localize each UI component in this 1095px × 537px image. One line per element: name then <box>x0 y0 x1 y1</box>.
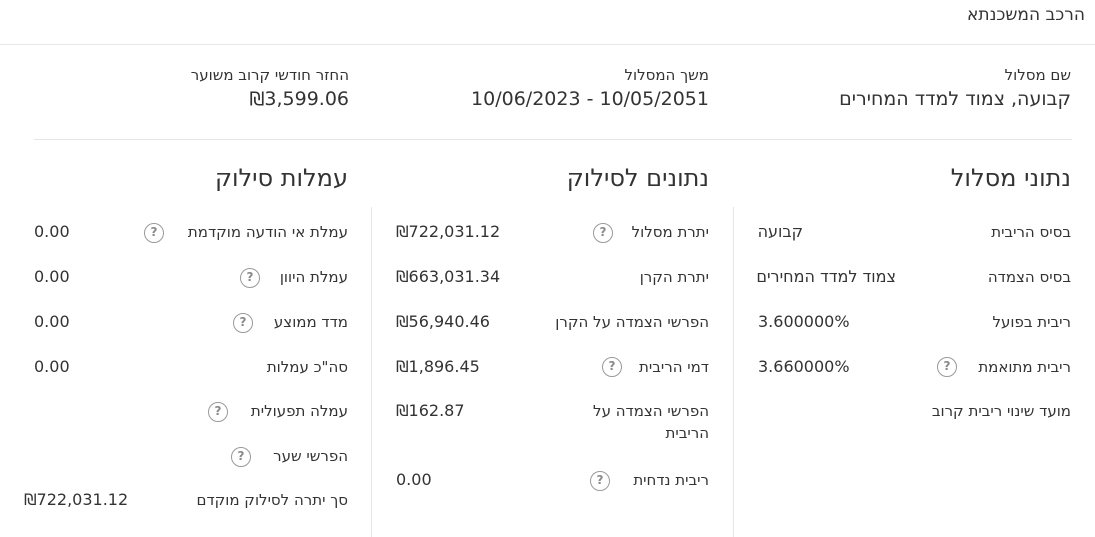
principal-linkage-label: הפרשי הצמדה על הקרן <box>555 313 709 331</box>
total-fees-label: סה"כ עמלות <box>266 358 348 376</box>
principal-balance-value: ₪663,031.34 <box>396 267 501 286</box>
column-divider <box>371 207 372 537</box>
adjusted-rate-label: ריבית מתואמת <box>978 358 1071 376</box>
monthly-payment-summary: החזר חודשי קרוב משוער ₪3,599.06 <box>191 65 349 112</box>
no-notice-fee-value: 0.00 <box>34 222 70 241</box>
help-question-icon[interactable]: ? <box>233 313 253 333</box>
principal-linkage-value: ₪56,940.46 <box>396 312 490 331</box>
track-name-summary: שם מסלול קבועה, צמוד למדד המחירים <box>839 65 1071 112</box>
track-period-value: 10/06/2023 - 10/05/2051 <box>471 88 709 110</box>
deferred-interest-value: 0.00 <box>396 470 432 489</box>
mortgage-composition-page: הרכב המשכנתא שם מסלול קבועה, צמוד למדד ה… <box>0 0 1095 537</box>
principal-balance-label: יתרת הקרן <box>639 268 709 286</box>
help-question-icon[interactable]: ? <box>240 268 260 288</box>
interest-fees-label: דמי הריבית <box>638 358 709 376</box>
monthly-payment-label: החזר חודשי קרוב משוער <box>190 66 349 84</box>
help-question-icon[interactable]: ? <box>593 223 613 243</box>
help-question-icon[interactable]: ? <box>144 223 164 243</box>
help-question-icon[interactable]: ? <box>590 471 610 491</box>
help-question-icon[interactable]: ? <box>208 402 228 422</box>
deferred-interest-label: ריבית נדחית <box>633 471 709 489</box>
next-rate-change-label: מועד שינוי ריבית קרוב <box>931 402 1071 420</box>
linkage-basis-value: צמוד למדד המחירים <box>756 267 896 286</box>
help-question-icon[interactable]: ? <box>231 447 251 467</box>
effective-rate-value: 3.600000% <box>758 312 850 331</box>
help-question-icon[interactable]: ? <box>937 357 957 377</box>
average-index-label: מדד ממוצע <box>273 313 348 331</box>
track-name-value: קבועה, צמוד למדד המחירים <box>839 88 1071 110</box>
track-data-title: נתוני מסלול <box>950 164 1071 192</box>
track-period-label: משך המסלול <box>624 66 710 84</box>
total-fees-value: 0.00 <box>34 357 70 376</box>
linkage-basis-label: בסיס הצמדה <box>987 268 1071 286</box>
track-name-label: שם מסלול <box>1004 66 1071 84</box>
average-index-value: 0.00 <box>34 312 70 331</box>
no-notice-fee-label: עמלת אי הודעה מוקדמת <box>187 223 348 241</box>
monthly-payment-value: ₪3,599.06 <box>249 88 349 110</box>
early-payoff-total-value: ₪722,031.12 <box>24 490 129 509</box>
operational-fee-label: עמלה תפעולית <box>250 402 348 420</box>
effective-rate-label: ריבית בפועל <box>992 313 1071 331</box>
interest-linkage-value: ₪162.87 <box>396 401 465 420</box>
capitalization-fee-value: 0.00 <box>34 267 70 286</box>
payoff-data-title: נתונים לסילוק <box>566 164 709 192</box>
payoff-fees-title: עמלות סילוק <box>214 164 348 192</box>
column-divider <box>733 207 734 537</box>
page-title: הרכב המשכנתא <box>967 5 1085 25</box>
summary-divider <box>34 139 1072 140</box>
capitalization-fee-label: עמלת היוון <box>279 268 348 286</box>
track-balance-value: ₪722,031.12 <box>396 222 501 241</box>
adjusted-rate-value: 3.660000% <box>758 357 850 376</box>
interest-fees-value: ₪1,896.45 <box>396 357 480 376</box>
track-balance-label: יתרת מסלול <box>631 223 709 241</box>
header-divider <box>0 44 1095 45</box>
early-payoff-total-label: סך יתרה לסילוק מוקדם <box>196 491 348 509</box>
interest-basis-label: בסיס הריבית <box>991 223 1071 241</box>
exchange-diff-label: הפרשי שער <box>273 447 348 465</box>
interest-basis-value: קבועה <box>757 222 803 241</box>
help-question-icon[interactable]: ? <box>602 357 622 377</box>
track-period-summary: משך המסלול 10/06/2023 - 10/05/2051 <box>471 65 709 112</box>
interest-linkage-label: הפרשי הצמדה על הריבית <box>593 402 709 442</box>
